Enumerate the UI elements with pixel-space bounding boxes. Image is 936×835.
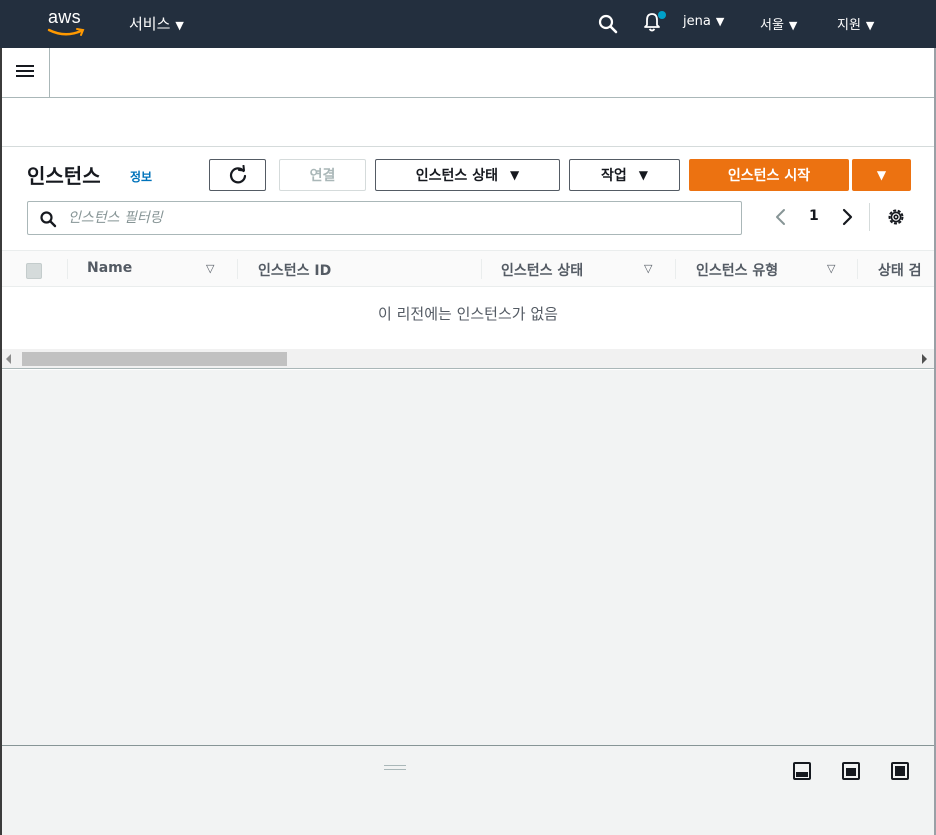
window-border-left: [0, 48, 2, 835]
split-panel-bar: [0, 745, 936, 835]
empty-table-message: 이 리전에는 인스턴스가 없음: [378, 305, 558, 323]
sort-icon[interactable]: ▽: [644, 262, 652, 275]
connect-button-label: 연결: [309, 168, 336, 184]
hamburger-menu-icon[interactable]: [14, 62, 36, 82]
connect-button[interactable]: 연결: [279, 159, 366, 191]
column-header-instance-state[interactable]: 인스턴스 상태: [501, 260, 583, 280]
sort-icon[interactable]: ▽: [206, 262, 214, 275]
chevron-right-icon[interactable]: [838, 205, 856, 229]
caret-down-icon: ▼: [865, 19, 875, 32]
instance-state-button[interactable]: 인스턴스 상태 ▼: [375, 159, 560, 191]
top-navigation-bar: aws 서비스 ▼ jena ▼ 서울 ▼ 지원 ▼: [0, 0, 936, 48]
caret-down-icon: ▼: [715, 15, 725, 28]
launch-instances-button[interactable]: 인스턴스 시작: [689, 159, 849, 191]
user-menu[interactable]: jena ▼: [683, 14, 724, 29]
refresh-button[interactable]: [209, 159, 266, 191]
drag-handle-icon[interactable]: [384, 765, 406, 771]
caret-down-icon: ▼: [876, 168, 887, 182]
column-header-instance-type[interactable]: 인스턴스 유형: [696, 260, 778, 280]
column-divider: [857, 259, 858, 279]
column-divider: [675, 259, 676, 279]
services-label: 서비스: [129, 15, 171, 33]
user-label: jena: [683, 14, 711, 29]
caret-down-icon: ▼: [509, 168, 520, 182]
instance-state-button-label: 인스턴스 상태: [415, 168, 498, 184]
table-header: Name ▽ 인스턴스 ID 인스턴스 상태 ▽ 인스턴스 유형 ▽ 상태 검: [0, 250, 936, 287]
actions-button-label: 작업: [601, 168, 627, 184]
layout-full-panel-icon[interactable]: [891, 762, 909, 780]
aws-smile-icon: [47, 28, 85, 36]
scroll-left-arrow-icon[interactable]: [6, 354, 11, 364]
support-label: 지원: [837, 18, 861, 33]
refresh-icon: [229, 165, 246, 184]
scroll-right-arrow-icon[interactable]: [922, 354, 927, 364]
pagination-divider: [869, 203, 870, 231]
region-label: 서울: [760, 18, 784, 33]
sort-icon[interactable]: ▽: [827, 262, 835, 275]
launch-instances-button-label: 인스턴스 시작: [727, 168, 811, 184]
search-icon: [40, 211, 57, 228]
column-header-name[interactable]: Name: [87, 260, 132, 276]
layout-bottom-panel-icon[interactable]: [793, 762, 811, 780]
instance-filter[interactable]: [27, 201, 742, 235]
select-all-checkbox[interactable]: [26, 263, 42, 279]
column-divider: [67, 259, 68, 279]
caret-down-icon: ▼: [175, 19, 184, 32]
notification-bell-icon[interactable]: [641, 10, 667, 34]
column-divider: [237, 259, 238, 279]
breadcrumb-bar: [0, 99, 936, 147]
search-icon[interactable]: [597, 13, 619, 35]
details-area: [0, 370, 936, 745]
column-header-status-check[interactable]: 상태 검: [878, 260, 922, 280]
aws-logo[interactable]: aws: [47, 7, 89, 39]
filter-input[interactable]: [68, 208, 728, 228]
scrollbar-thumb[interactable]: [22, 352, 287, 366]
gear-icon[interactable]: [885, 206, 907, 228]
chevron-left-icon[interactable]: [772, 205, 790, 229]
caret-down-icon: ▼: [788, 19, 798, 32]
horizontal-scrollbar[interactable]: [0, 349, 936, 369]
secondary-toolbar: [0, 48, 936, 98]
region-menu[interactable]: 서울 ▼: [760, 14, 797, 33]
toolbar-divider: [49, 48, 50, 97]
support-menu[interactable]: 지원 ▼: [837, 14, 874, 33]
launch-instances-dropdown-button[interactable]: ▼: [852, 159, 911, 191]
layout-split-panel-icon[interactable]: [842, 762, 860, 780]
caret-down-icon: ▼: [638, 168, 648, 182]
instances-panel: 인스턴스 정보 연결 인스턴스 상태 ▼ 작업 ▼ 인스턴스 시작 ▼ 1: [0, 147, 936, 370]
page-title: 인스턴스: [27, 164, 101, 188]
aws-logo-text: aws: [48, 7, 81, 27]
column-header-instance-id[interactable]: 인스턴스 ID: [258, 260, 331, 280]
info-link[interactable]: 정보: [130, 168, 152, 185]
services-menu[interactable]: 서비스 ▼: [129, 13, 184, 34]
page-number[interactable]: 1: [809, 208, 819, 224]
actions-button[interactable]: 작업 ▼: [569, 159, 680, 191]
column-divider: [481, 259, 482, 279]
